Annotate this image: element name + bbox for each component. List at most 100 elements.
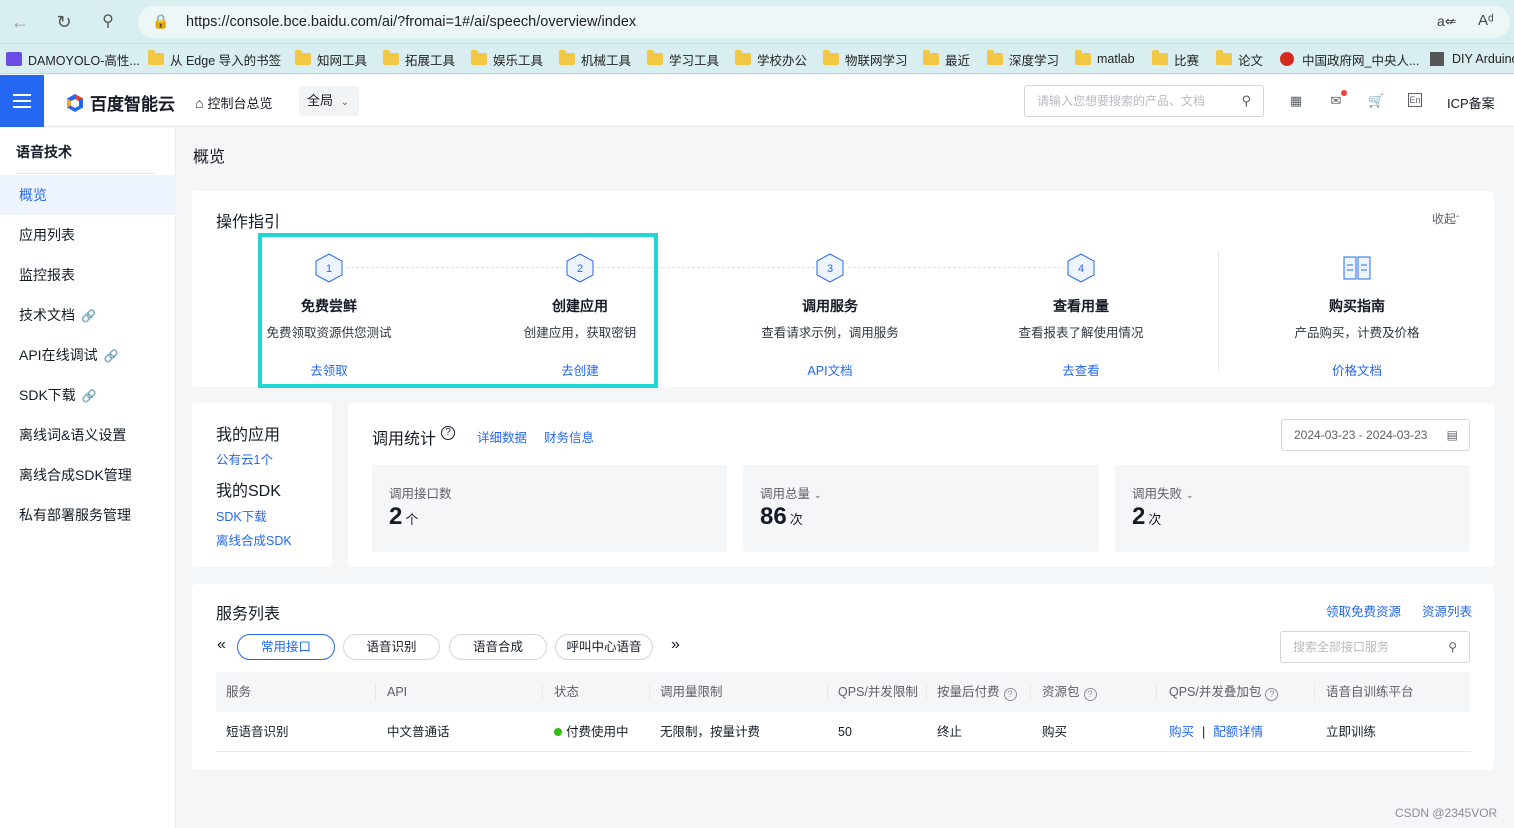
bookmark-label: 学校办公 xyxy=(757,53,808,68)
help-icon[interactable]: ? xyxy=(1003,688,1017,701)
view-usage-link[interactable]: 去查看 xyxy=(1006,360,1156,379)
column-header: QPS/并发限制 xyxy=(838,685,918,699)
sidebar-item-private-deploy[interactable]: 私有部署服务管理 xyxy=(0,495,176,535)
table-header: 服务 API 状态 调用量限制 QPS/并发限制 按量后付费? 资源包? QPS… xyxy=(216,672,1470,712)
sidebar-item-overview[interactable]: 概览 xyxy=(0,175,176,215)
status-dot-icon xyxy=(554,728,562,736)
sidebar-item-api-debug[interactable]: API在线调试 🔗 xyxy=(0,335,176,375)
resource-list-link[interactable]: 资源列表 xyxy=(1422,601,1472,620)
tab-call-center[interactable]: 呼叫中心语音 xyxy=(555,634,653,660)
service-search-input[interactable]: 搜索全部接口服务 ⚲ xyxy=(1280,631,1470,663)
sidebar-item-monitor[interactable]: 监控报表 xyxy=(0,255,176,295)
sdk-download-link[interactable]: SDK下载 xyxy=(216,506,267,525)
console-home-link[interactable]: ⌂ 控制台总览 xyxy=(195,93,272,112)
stat-label-row[interactable]: 调用失败 ⌄ xyxy=(1132,483,1194,502)
text-size-icon[interactable]: Aᵈ xyxy=(1478,12,1494,29)
help-icon[interactable]: ? xyxy=(441,426,455,440)
baidu-cloud-logo-icon xyxy=(67,93,83,112)
bookmark-folder[interactable]: 论文 xyxy=(1216,50,1263,68)
bookmark-label: 物联网学习 xyxy=(845,53,908,68)
bookmark-folder[interactable]: 从 Edge 导入的书签 xyxy=(148,50,281,68)
cart-icon[interactable]: 🛒 xyxy=(1368,93,1384,109)
folder-icon xyxy=(1152,50,1168,65)
help-icon[interactable]: ? xyxy=(1083,688,1097,701)
svg-text:4: 4 xyxy=(1078,263,1084,275)
stat-label-row[interactable]: 调用总量 ⌄ xyxy=(760,483,822,502)
watermark: CSDN @2345VOR xyxy=(1395,806,1498,820)
buy-qps-link[interactable]: 购买 xyxy=(1169,725,1194,739)
offline-sdk-link[interactable]: 离线合成SDK xyxy=(216,530,292,549)
bookmark-folder[interactable]: 机械工具 xyxy=(559,50,631,68)
folder-icon xyxy=(987,50,1003,65)
date-range-picker[interactable]: 2024-03-23 - 2024-03-23 ▤ xyxy=(1281,419,1470,451)
api-docs-link[interactable]: API文档 xyxy=(755,360,905,379)
lock-icon[interactable]: 🔒 xyxy=(152,13,169,30)
sidebar-item-label: SDK下载 xyxy=(19,387,76,403)
chevron-down-icon: ⌄ xyxy=(1186,490,1194,500)
cell-api: 中文普通话 xyxy=(387,725,450,739)
step-desc: 产品购买，计费及价格 xyxy=(1294,326,1420,340)
language-icon[interactable]: En xyxy=(1408,93,1422,107)
back-icon[interactable]: ← xyxy=(8,10,32,34)
buy-package-link[interactable]: 购买 xyxy=(1032,712,1067,752)
icp-link[interactable]: ICP备案 xyxy=(1447,93,1495,112)
terminate-link[interactable]: 终止 xyxy=(927,712,962,752)
bookmark-folder[interactable]: 比赛 xyxy=(1152,50,1199,68)
sidebar-item-sdk-download[interactable]: SDK下载 🔗 xyxy=(0,375,176,415)
logo[interactable]: 百度智能云 xyxy=(65,90,175,115)
bookmark-item[interactable]: DIY Arduino xyxy=(1430,50,1514,68)
bookmark-folder[interactable]: 最近 xyxy=(923,50,970,68)
search-icon[interactable]: ⚲ xyxy=(1448,632,1457,662)
collapse-label: 收起 xyxy=(1432,212,1457,226)
bookmark-folder[interactable]: 拓展工具 xyxy=(383,50,455,68)
folder-icon xyxy=(1075,50,1091,65)
region-select[interactable]: 全局 ⌄ xyxy=(299,86,359,116)
sidebar-item-offline-sdk[interactable]: 离线合成SDK管理 xyxy=(0,455,176,495)
refresh-icon[interactable]: ↻ xyxy=(52,10,76,34)
read-aloud-icon[interactable]: a⇍ xyxy=(1437,13,1457,30)
bookmark-folder[interactable]: 知网工具 xyxy=(295,50,367,68)
divider xyxy=(1030,684,1031,700)
finance-info-link[interactable]: 财务信息 xyxy=(544,427,594,446)
help-icon[interactable]: ? xyxy=(1265,688,1279,701)
search-icon[interactable]: ⚲ xyxy=(96,10,120,34)
calendar-icon: ▤ xyxy=(1446,428,1458,442)
sidebar-item-app-list[interactable]: 应用列表 xyxy=(0,215,176,255)
message-icon[interactable]: ✉ xyxy=(1328,90,1347,109)
chevron-up-icon: ˆ xyxy=(1456,215,1460,226)
train-now-link[interactable]: 立即训练 xyxy=(1316,712,1376,752)
menu-icon[interactable] xyxy=(0,75,44,127)
scroll-right-icon[interactable]: » xyxy=(671,636,680,654)
sidebar-item-tech-docs[interactable]: 技术文档 🔗 xyxy=(0,295,176,335)
scroll-left-icon[interactable]: « xyxy=(217,636,226,654)
step-4-icon: 4 xyxy=(1067,253,1095,283)
public-cloud-link[interactable]: 公有云1个 xyxy=(216,449,273,468)
qrcode-icon[interactable]: ▦ xyxy=(1288,93,1304,109)
external-link-icon: 🔗 xyxy=(103,349,119,363)
tab-common[interactable]: 常用接口 xyxy=(237,634,335,660)
sidebar-item-offline-words[interactable]: 离线词&语义设置 xyxy=(0,415,176,455)
column-header-row: QPS/并发叠加包? xyxy=(1159,672,1279,712)
my-sdk-title: 我的SDK xyxy=(216,483,281,500)
detail-data-link[interactable]: 详细数据 xyxy=(477,427,527,446)
column-header-row: 资源包? xyxy=(1032,672,1097,712)
tab-speech-recognition[interactable]: 语音识别 xyxy=(343,634,440,660)
bookmark-folder[interactable]: 深度学习 xyxy=(987,50,1059,68)
search-icon[interactable]: ⚲ xyxy=(1241,86,1251,116)
bookmark-folder[interactable]: 物联网学习 xyxy=(823,50,908,68)
bookmark-folder[interactable]: 娱乐工具 xyxy=(471,50,543,68)
bookmark-folder[interactable]: 学习工具 xyxy=(647,50,719,68)
cell-qps: 50 xyxy=(838,725,852,739)
stat-value: 86 xyxy=(760,503,787,530)
price-docs-link[interactable]: 价格文档 xyxy=(1282,360,1432,379)
free-resource-link[interactable]: 领取免费资源 xyxy=(1326,601,1401,620)
quota-detail-link[interactable]: 配额详情 xyxy=(1213,725,1263,739)
collapse-button[interactable]: 收起ˆ xyxy=(1432,210,1459,227)
bookmark-item[interactable]: DAMOYOLO-高性... xyxy=(6,50,140,68)
global-search-input[interactable]: 请输入您想要搜索的产品、文档 ⚲ xyxy=(1024,85,1264,117)
bookmark-folder[interactable]: 学校办公 xyxy=(735,50,807,68)
separator: | xyxy=(1202,725,1206,739)
bookmark-item[interactable]: 中国政府网_中央人... xyxy=(1280,50,1419,68)
bookmark-folder[interactable]: matlab xyxy=(1075,50,1135,68)
tab-speech-synthesis[interactable]: 语音合成 xyxy=(449,634,547,660)
